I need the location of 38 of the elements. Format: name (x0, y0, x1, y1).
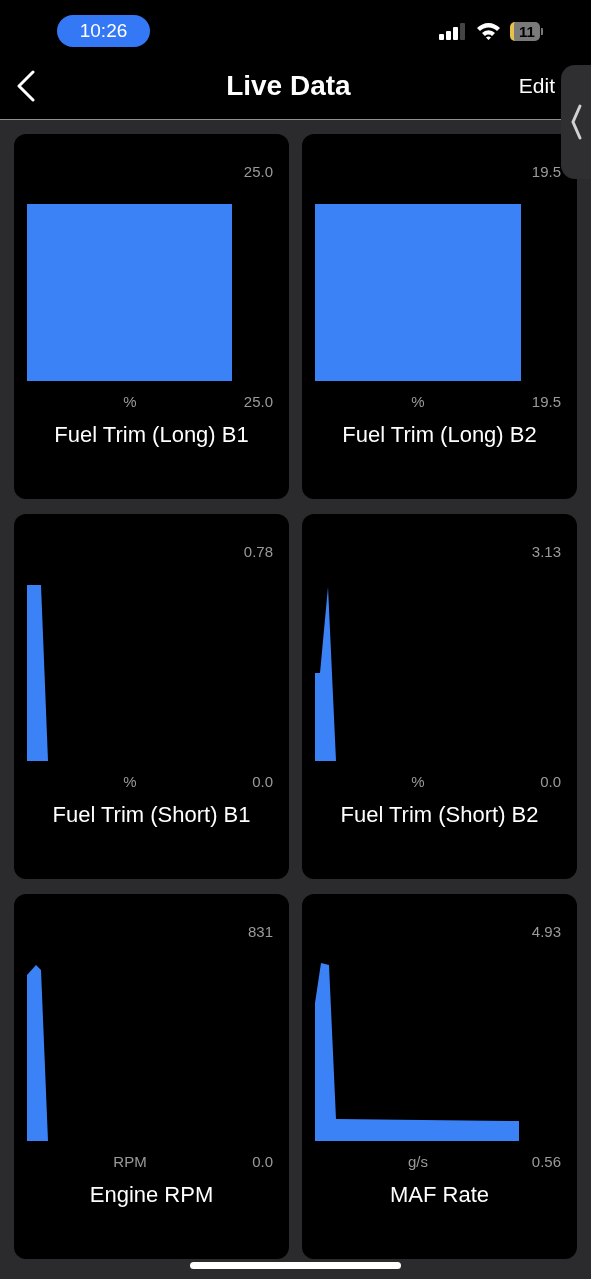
gauge-name: Fuel Trim (Long) B2 (341, 422, 538, 448)
gauge-card[interactable]: 19.5 % 19.5 Fuel Trim (Long) B2 (302, 134, 577, 499)
max-value: 4.93 (531, 923, 561, 940)
gauge-card[interactable]: 0.78 % 0.0 Fuel Trim (Short) B1 (14, 514, 289, 879)
min-value: 0.0 (251, 772, 274, 790)
gauge-name: Fuel Trim (Short) B2 (339, 802, 540, 828)
unit-label: % (410, 392, 426, 410)
max-value: 3.13 (531, 543, 561, 560)
signal-icon (439, 22, 467, 40)
unit-label: % (122, 392, 138, 410)
max-value: 19.5 (531, 163, 561, 180)
min-value: 25.0 (242, 392, 274, 410)
unit-label: % (410, 772, 426, 790)
status-time: 10:26 (57, 15, 150, 47)
wifi-icon (476, 22, 501, 40)
back-icon[interactable] (16, 70, 36, 102)
gauge-name: Fuel Trim (Short) B1 (51, 802, 252, 828)
unit-label: % (122, 772, 138, 790)
edit-button[interactable]: Edit (518, 74, 555, 98)
max-value: 0.78 (243, 543, 273, 560)
unit-label: RPM (112, 1152, 148, 1170)
gauge-card[interactable]: 3.13 % 0.0 Fuel Trim (Short) B2 (302, 514, 577, 879)
gauge-name: Engine RPM (88, 1182, 215, 1208)
gauge-card[interactable]: 25.0 % 25.0 Fuel Trim (Long) B1 (14, 134, 289, 499)
min-value: 0.0 (251, 1152, 274, 1170)
max-value: 25.0 (243, 163, 273, 180)
battery-icon: 11 (510, 21, 543, 41)
gauge-card[interactable]: 4.93 g/s 0.56 MAF Rate (302, 894, 577, 1259)
min-value: 0.0 (539, 772, 562, 790)
gauge-name: MAF Rate (389, 1182, 490, 1208)
gauge-card[interactable]: 831 RPM 0.0 Engine RPM (14, 894, 289, 1259)
max-value: 831 (247, 923, 273, 940)
screen-title: Live Data (225, 70, 352, 102)
min-value: 19.5 (530, 392, 562, 410)
side-panel-handle[interactable] (561, 65, 591, 179)
min-value: 0.56 (530, 1152, 562, 1170)
unit-label: g/s (407, 1152, 429, 1170)
gauge-name: Fuel Trim (Long) B1 (53, 422, 250, 448)
